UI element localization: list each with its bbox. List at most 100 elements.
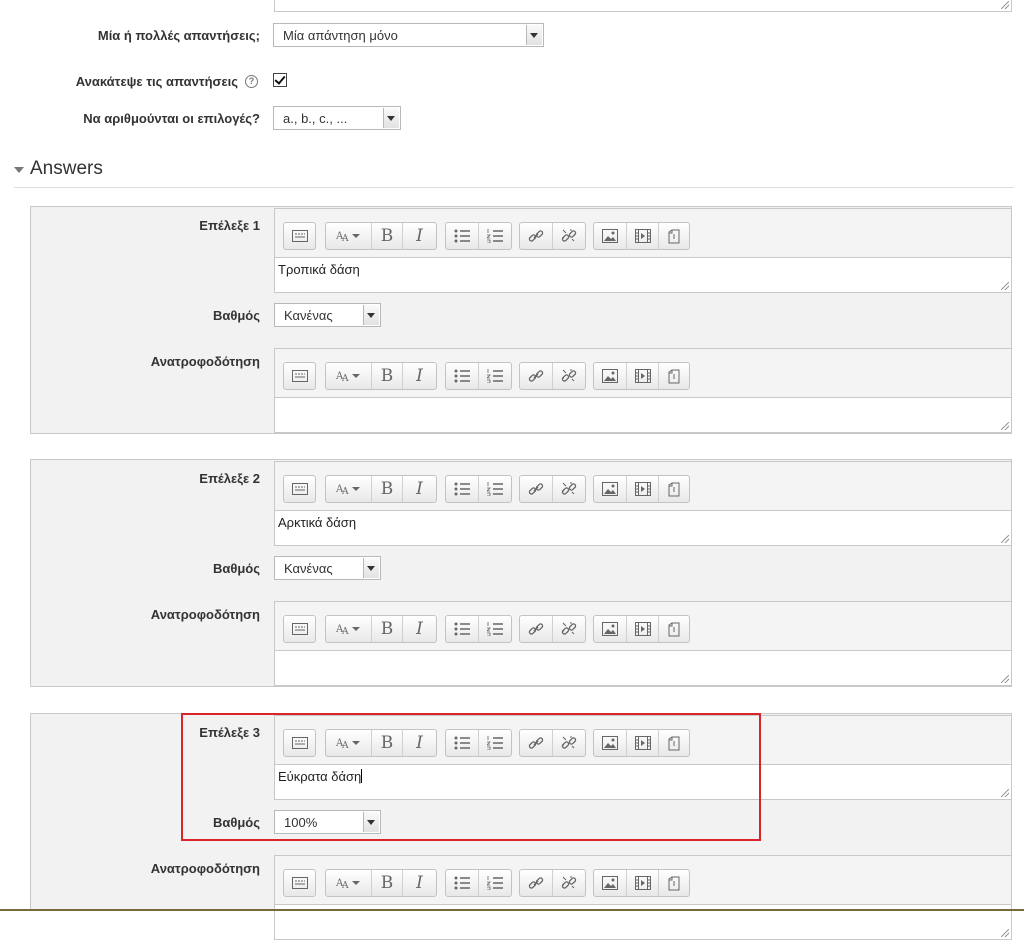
media-button[interactable] <box>627 223 659 249</box>
link-button[interactable] <box>520 870 553 896</box>
editor-textarea[interactable]: Αρκτικά δάση <box>274 511 1012 546</box>
image-button[interactable] <box>594 476 627 502</box>
numbered-list-button[interactable] <box>479 223 511 249</box>
numbering-select[interactable]: a., b., c., ... <box>273 106 401 130</box>
chevron-down-icon <box>363 305 379 325</box>
file-button[interactable] <box>659 223 689 249</box>
editor-toolbar: AA B I <box>274 208 1012 258</box>
toolbar-toggle-button[interactable] <box>284 616 315 642</box>
font-style-button[interactable]: AA <box>326 870 372 896</box>
grade-label: Βαθμός <box>212 561 260 576</box>
link-button[interactable] <box>520 616 553 642</box>
shuffle-checkbox[interactable] <box>273 73 287 87</box>
svg-text:A: A <box>341 234 349 243</box>
numbered-list-icon <box>487 482 503 496</box>
toolbar-group <box>593 222 690 250</box>
answers-section-title[interactable]: Answers <box>30 158 103 180</box>
toolbar-toggle-button[interactable] <box>284 476 315 502</box>
editor-text: Τροπικά δάση <box>278 262 360 277</box>
unlink-button[interactable] <box>553 223 585 249</box>
numbered-list-button[interactable] <box>479 870 511 896</box>
font-style-button[interactable]: AA <box>326 616 372 642</box>
image-button[interactable] <box>594 616 627 642</box>
resize-grip-icon[interactable] <box>1001 929 1009 937</box>
toolbar-group <box>593 869 690 897</box>
link-icon <box>528 228 544 244</box>
editor-toolbar: AA B I <box>274 855 1012 905</box>
link-icon <box>528 368 544 384</box>
toolbar-toggle-icon <box>291 483 308 495</box>
toolbar-group: AA B I <box>325 615 437 643</box>
toolbar-toggle-icon <box>291 230 308 242</box>
grade-select[interactable]: Κανένας <box>274 556 381 580</box>
svg-text:A: A <box>341 374 349 383</box>
bullet-list-button[interactable] <box>446 476 479 502</box>
toolbar-group <box>593 475 690 503</box>
numbered-list-button[interactable] <box>479 476 511 502</box>
toolbar-toggle-button[interactable] <box>284 870 315 896</box>
toolbar-toggle-button[interactable] <box>284 223 315 249</box>
editor-textarea[interactable] <box>274 651 1012 686</box>
unlink-button[interactable] <box>553 363 585 389</box>
resize-grip-icon[interactable] <box>1001 675 1009 683</box>
single-answer-select[interactable]: Μία απάντηση μόνο <box>273 23 544 47</box>
media-button[interactable] <box>627 363 659 389</box>
toolbar-toggle-button[interactable] <box>284 363 315 389</box>
resize-grip-icon[interactable] <box>1001 535 1009 543</box>
image-button[interactable] <box>594 870 627 896</box>
editor-textarea[interactable] <box>274 398 1012 433</box>
bold-button[interactable]: B <box>372 870 403 896</box>
numbered-list-button[interactable] <box>479 363 511 389</box>
resize-grip-icon[interactable] <box>1001 282 1009 290</box>
resize-grip-icon[interactable] <box>1001 789 1009 797</box>
previous-editor-bottom[interactable] <box>274 0 1012 12</box>
bullet-list-button[interactable] <box>446 223 479 249</box>
image-button[interactable] <box>594 223 627 249</box>
bold-button[interactable]: B <box>372 476 403 502</box>
numbered-list-icon <box>487 369 503 383</box>
link-button[interactable] <box>520 223 553 249</box>
bold-button[interactable]: B <box>372 363 403 389</box>
numbered-list-button[interactable] <box>479 616 511 642</box>
collapse-caret-icon[interactable] <box>14 167 24 173</box>
bold-button[interactable]: B <box>372 616 403 642</box>
grade-select[interactable]: Κανένας <box>274 303 381 327</box>
link-button[interactable] <box>520 476 553 502</box>
image-button[interactable] <box>594 363 627 389</box>
italic-button[interactable]: I <box>403 223 436 249</box>
media-button[interactable] <box>627 616 659 642</box>
resize-grip-icon[interactable] <box>1001 422 1009 430</box>
image-icon <box>602 229 618 243</box>
bullet-list-button[interactable] <box>446 870 479 896</box>
bold-button[interactable]: B <box>372 223 403 249</box>
link-icon <box>528 621 544 637</box>
italic-button[interactable]: I <box>403 363 436 389</box>
shuffle-label: Ανακάτεψε τις απαντήσεις <box>75 74 238 89</box>
italic-button[interactable]: I <box>403 870 436 896</box>
file-button[interactable] <box>659 616 689 642</box>
file-button[interactable] <box>659 476 689 502</box>
media-button[interactable] <box>627 870 659 896</box>
italic-button[interactable]: I <box>403 616 436 642</box>
font-style-button[interactable]: AA <box>326 476 372 502</box>
file-button[interactable] <box>659 870 689 896</box>
font-style-button[interactable]: AA <box>326 363 372 389</box>
grade-label: Βαθμός <box>212 308 260 323</box>
media-icon <box>634 876 651 890</box>
unlink-button[interactable] <box>553 616 585 642</box>
unlink-button[interactable] <box>553 476 585 502</box>
font-style-button[interactable]: AA <box>326 223 372 249</box>
bullet-list-button[interactable] <box>446 616 479 642</box>
editor-textarea[interactable]: Τροπικά δάση <box>274 258 1012 293</box>
resize-grip-icon[interactable] <box>1001 1 1009 9</box>
help-icon[interactable]: ? <box>245 75 258 88</box>
unlink-button[interactable] <box>553 870 585 896</box>
media-button[interactable] <box>627 476 659 502</box>
link-button[interactable] <box>520 363 553 389</box>
bullet-list-button[interactable] <box>446 363 479 389</box>
svg-text:A: A <box>341 487 349 496</box>
italic-icon: I <box>416 366 423 386</box>
file-button[interactable] <box>659 363 689 389</box>
toolbar-group <box>519 362 586 390</box>
italic-button[interactable]: I <box>403 476 436 502</box>
